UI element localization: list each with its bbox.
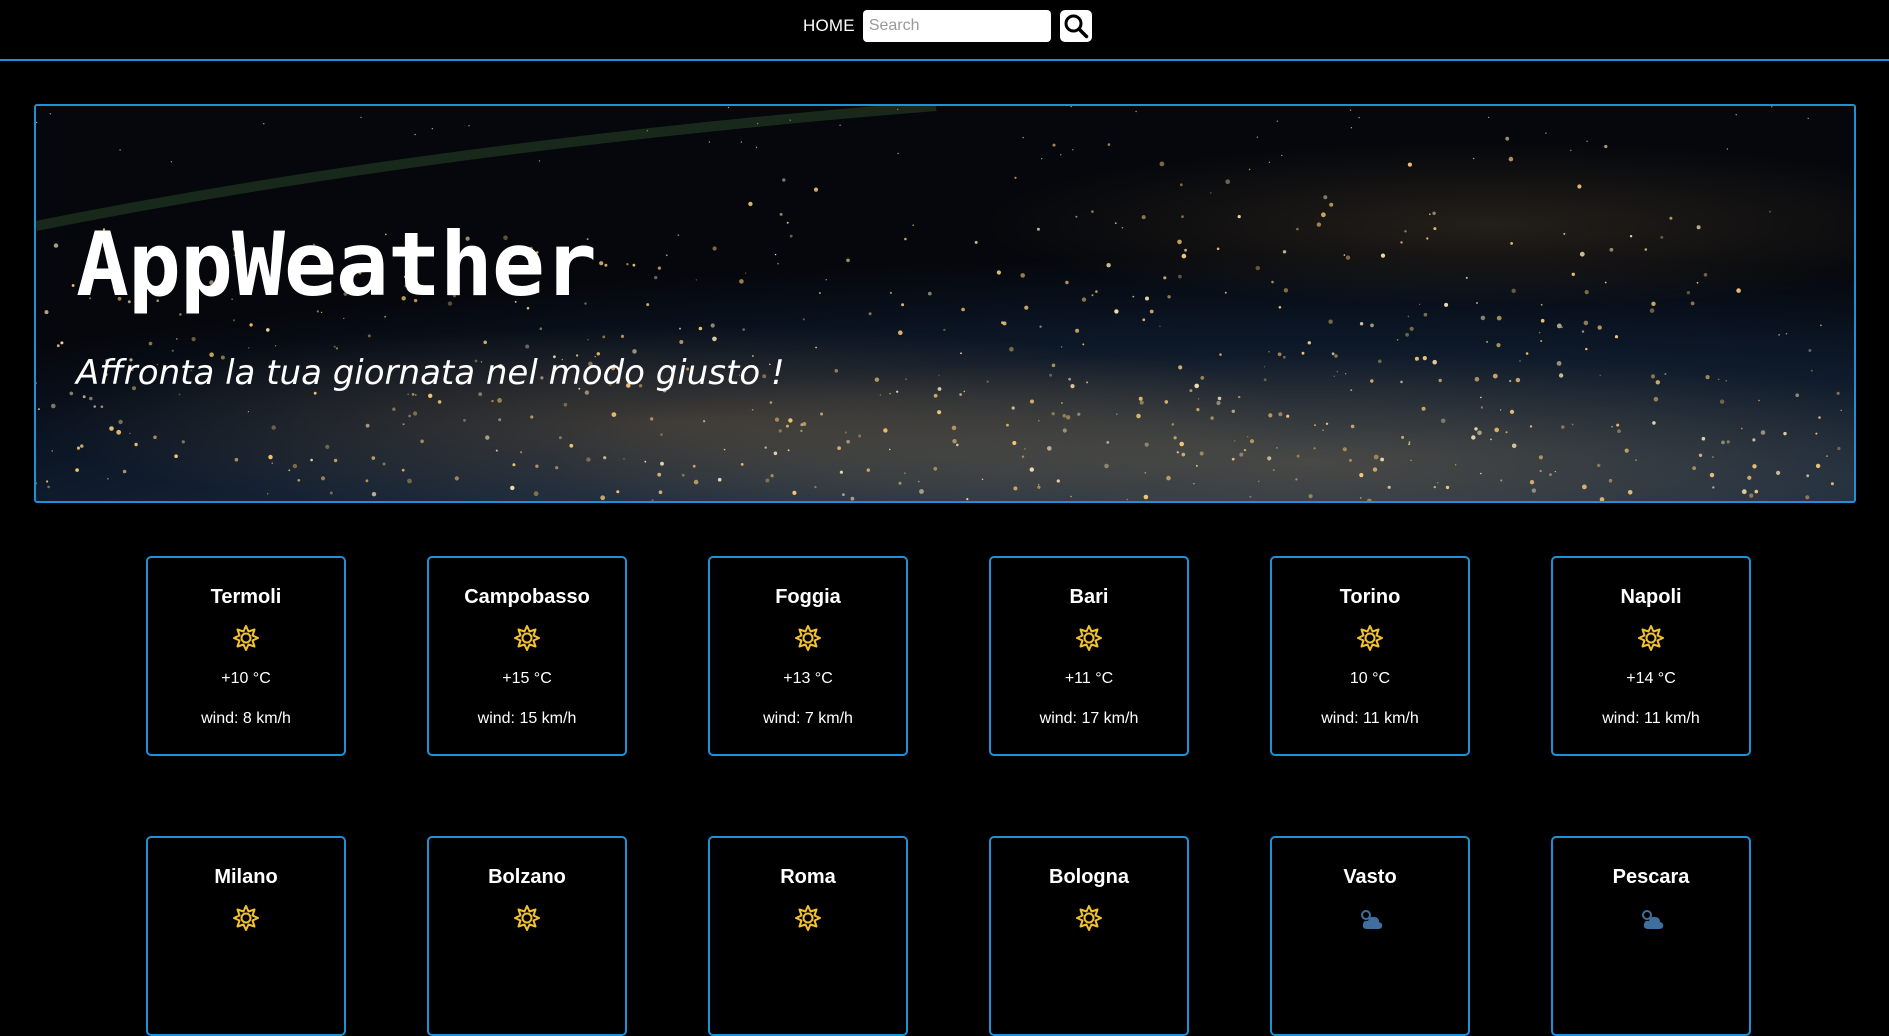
nav-home-link[interactable]: HOME	[803, 16, 855, 36]
search-button[interactable]	[1059, 10, 1092, 42]
sun-icon	[795, 905, 821, 931]
city-card-bolzano[interactable]: Bolzano	[427, 836, 627, 1036]
city-card-foggia[interactable]: Foggia +13 °C wind: 7 km/h	[708, 556, 908, 756]
search-icon	[1064, 14, 1089, 39]
search-input[interactable]	[862, 10, 1051, 42]
sun-icon	[1076, 625, 1102, 651]
city-card-roma[interactable]: Roma	[708, 836, 908, 1036]
city-wind: wind: 17 km/h	[1039, 710, 1139, 727]
sun-icon	[795, 625, 821, 651]
sun-icon	[233, 905, 259, 931]
city-name: Roma	[780, 866, 836, 888]
city-card-campobasso[interactable]: Campobasso +15 °C wind: 15 km/h	[427, 556, 627, 756]
sun-icon	[514, 905, 540, 931]
city-card-bologna[interactable]: Bologna	[989, 836, 1189, 1036]
city-card-milano[interactable]: Milano	[146, 836, 346, 1036]
hero-subtitle: Affronta la tua giornata nel modo giusto…	[76, 353, 785, 393]
city-wind: wind: 11 km/h	[1321, 710, 1419, 727]
sun-icon	[233, 625, 259, 651]
city-temperature: +15 °C	[502, 670, 552, 687]
hero-title: AppWeather	[76, 213, 597, 316]
sun-icon	[514, 625, 540, 651]
hero-banner: AppWeather Affronta la tua giornata nel …	[34, 104, 1856, 503]
city-card-vasto[interactable]: Vasto	[1270, 836, 1470, 1036]
city-wind: wind: 7 km/h	[763, 710, 853, 727]
city-name: Pescara	[1612, 866, 1690, 888]
city-name: Foggia	[775, 586, 841, 608]
city-name: Milano	[214, 866, 278, 888]
city-wind: wind: 15 km/h	[477, 710, 577, 727]
navbar: HOME	[0, 0, 1889, 61]
sun-cloud-icon	[1642, 910, 1664, 929]
city-temperature: 10 °C	[1349, 670, 1391, 687]
city-card-termoli[interactable]: Termoli +10 °C wind: 8 km/h	[146, 556, 346, 756]
sun-icon	[1076, 905, 1102, 931]
city-wind: wind: 11 km/h	[1602, 710, 1700, 727]
sun-cloud-icon	[1361, 910, 1383, 929]
city-name: Bari	[1069, 586, 1109, 608]
city-name: Napoli	[1620, 586, 1682, 608]
city-card-pescara[interactable]: Pescara	[1551, 836, 1751, 1036]
city-name: Bolzano	[488, 866, 566, 888]
city-card-napoli[interactable]: Napoli +14 °C wind: 11 km/h	[1551, 556, 1751, 756]
city-temperature: +10 °C	[221, 670, 271, 687]
city-temperature: +11 °C	[1064, 670, 1114, 687]
city-name: Campobasso	[464, 586, 590, 608]
city-card-bari[interactable]: Bari +11 °C wind: 17 km/h	[989, 556, 1189, 756]
city-wind: wind: 8 km/h	[201, 710, 291, 727]
city-name: Termoli	[210, 586, 282, 608]
city-name: Bologna	[1049, 866, 1129, 888]
city-name: Torino	[1339, 586, 1401, 608]
city-temperature: +14 °C	[1626, 670, 1676, 687]
city-name: Vasto	[1343, 866, 1397, 888]
city-card-torino[interactable]: Torino 10 °C wind: 11 km/h	[1270, 556, 1470, 756]
sun-icon	[1638, 625, 1664, 651]
city-temperature: +13 °C	[783, 670, 833, 687]
nav-container: HOME	[803, 10, 1092, 42]
sun-icon	[1357, 625, 1383, 651]
